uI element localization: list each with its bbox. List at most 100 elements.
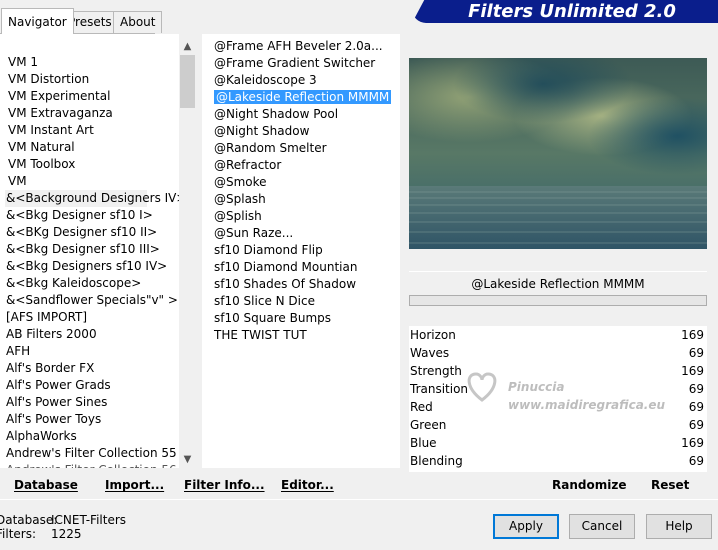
param-value: 169: [681, 364, 704, 378]
filter-item-label: sf10 Shades Of Shadow: [214, 277, 357, 291]
param-value: 69: [688, 382, 704, 396]
scroll-up-icon[interactable]: ▲: [179, 38, 196, 55]
param-value: 69: [688, 418, 704, 432]
category-item[interactable]: &<Bkg Designers sf10 IV>: [6, 258, 167, 275]
filter-item[interactable]: sf10 Square Bumps: [214, 310, 331, 327]
filter-item[interactable]: THE TWIST TUT: [214, 327, 307, 344]
category-item[interactable]: VM Experimental: [8, 88, 110, 105]
category-item[interactable]: Alf's Power Toys: [6, 411, 101, 428]
category-item[interactable]: Alf's Power Grads: [6, 377, 111, 394]
filter-item-label: sf10 Diamond Flip: [214, 243, 323, 257]
filter-item-label: @Frame AFH Beveler 2.0a...: [214, 39, 383, 53]
filter-item[interactable]: @Frame AFH Beveler 2.0a...: [214, 38, 383, 55]
filter-item[interactable]: sf10 Diamond Mountian: [214, 259, 357, 276]
filter-item[interactable]: @Night Shadow: [214, 123, 309, 140]
category-item[interactable]: Alf's Power Sines: [6, 394, 107, 411]
filter-item[interactable]: @Smoke: [214, 174, 267, 191]
param-row[interactable]: Blending 69: [409, 452, 707, 470]
filter-item-label: @Kaleidoscope 3: [214, 73, 317, 87]
tab-navigator[interactable]: Navigator: [1, 8, 74, 34]
category-item[interactable]: VM 1: [8, 54, 38, 71]
filter-item[interactable]: @Frame Gradient Switcher: [214, 55, 375, 72]
category-item[interactable]: &<Bkg Kaleidoscope>: [6, 275, 141, 292]
filter-item[interactable]: @Random Smelter: [214, 140, 327, 157]
param-row[interactable]: Horizon 169: [409, 326, 707, 344]
param-row[interactable]: Green 69: [409, 416, 707, 434]
import-button[interactable]: Import...: [105, 478, 164, 492]
database-button[interactable]: Database: [14, 478, 78, 492]
randomize-button[interactable]: Randomize: [552, 478, 626, 492]
scroll-down-icon[interactable]: ▼: [179, 451, 196, 468]
param-row[interactable]: Waves 69: [409, 344, 707, 362]
filter-item[interactable]: @Splish: [214, 208, 262, 225]
category-item[interactable]: [AFS IMPORT]: [6, 309, 87, 326]
category-list[interactable]: VM 1 VM Distortion VM Experimental VM Extra…: [0, 34, 179, 468]
filter-info-button[interactable]: Filter Info...: [184, 478, 265, 492]
param-row[interactable]: Transition 69: [409, 380, 707, 398]
filter-item[interactable]: @Sun Raze...: [214, 225, 293, 242]
filter-item[interactable]: @Kaleidoscope 3: [214, 72, 317, 89]
param-value: 69: [688, 454, 704, 468]
category-item[interactable]: Andrew's Filter Collection 56: [6, 462, 177, 468]
filter-item-label: @Random Smelter: [214, 141, 327, 155]
param-row[interactable]: Red 69: [409, 398, 707, 416]
help-button[interactable]: Help: [646, 514, 712, 539]
filter-item[interactable]: @Lakeside Reflection MMMM: [214, 89, 392, 106]
category-item[interactable]: Andrew's Filter Collection 55: [6, 445, 177, 462]
filter-item-label: @Splish: [214, 209, 262, 223]
editor-button[interactable]: Editor...: [281, 478, 334, 492]
filter-item-label: @Lakeside Reflection MMMM: [214, 90, 392, 104]
filter-item-label: @Frame Gradient Switcher: [214, 56, 376, 70]
filter-item[interactable]: @Refractor: [214, 157, 281, 174]
banner-title: Filters Unlimited 2.0: [468, 1, 676, 22]
filter-item[interactable]: sf10 Shades Of Shadow: [214, 276, 356, 293]
category-item[interactable]: VM: [8, 173, 27, 190]
category-item[interactable]: AFH: [6, 343, 30, 360]
param-row[interactable]: Strength 169: [409, 362, 707, 380]
filter-item-label: @Refractor: [214, 158, 282, 172]
category-item[interactable]: &<Bkg Designer sf10 III>: [6, 241, 160, 258]
param-row[interactable]: Blue 169: [409, 434, 707, 452]
category-item[interactable]: VM Toolbox: [8, 156, 75, 173]
category-item[interactable]: &<Bkg Designer sf10 I>: [6, 207, 153, 224]
param-value: 69: [688, 400, 704, 414]
tab-about[interactable]: About: [113, 11, 163, 33]
filter-item[interactable]: sf10 Diamond Flip: [214, 242, 323, 259]
category-item[interactable]: AlphaWorks: [6, 428, 77, 445]
param-name: Transition: [410, 382, 469, 396]
filter-item-label: sf10 Diamond Mountian: [214, 260, 358, 274]
category-item[interactable]: &<Background Designers IV>: [5, 190, 179, 207]
reset-button[interactable]: Reset: [651, 478, 689, 492]
filter-item[interactable]: sf10 Slice N Dice: [214, 293, 315, 310]
category-item[interactable]: VM Instant Art: [8, 122, 94, 139]
param-name: Red: [410, 400, 433, 414]
param-value: 69: [688, 346, 704, 360]
param-value: 169: [681, 436, 704, 450]
cancel-button[interactable]: Cancel: [569, 514, 635, 539]
category-item[interactable]: &<BKg Designer sf10 II>: [6, 224, 157, 241]
filter-item-label: @Sun Raze...: [214, 226, 294, 240]
category-item[interactable]: AB Filters 2000: [6, 326, 97, 343]
param-name: Green: [410, 418, 447, 432]
filter-item-label: @Smoke: [214, 175, 267, 189]
apply-button[interactable]: Apply: [493, 514, 559, 539]
filter-item[interactable]: @Splash: [214, 191, 266, 208]
filter-list[interactable]: @Frame AFH Beveler 2.0a... @Frame Gradien…: [202, 34, 400, 468]
filter-item-label: sf10 Square Bumps: [214, 311, 332, 325]
scroll-thumb[interactable]: [180, 55, 195, 108]
database-status-label: Database:: [0, 513, 58, 527]
progress-bar: [409, 295, 707, 306]
category-item[interactable]: VM Distortion: [8, 71, 89, 88]
database-status-value: ICNET-Filters: [51, 513, 127, 527]
category-item[interactable]: Alf's Border FX: [6, 360, 94, 377]
param-name: Waves: [410, 346, 450, 360]
selected-filter-name: @Lakeside Reflection MMMM: [409, 271, 707, 295]
category-item[interactable]: &<Sandflower Specials"v" >: [6, 292, 178, 309]
category-item[interactable]: VM Natural: [8, 139, 75, 156]
filters-count-label: Filters:: [0, 527, 37, 541]
filter-item[interactable]: @Night Shadow Pool: [214, 106, 338, 123]
title-banner: Filters Unlimited 2.0: [412, 0, 718, 23]
category-scrollbar[interactable]: ▲ ▼: [179, 38, 196, 468]
category-item[interactable]: VM Extravaganza: [8, 105, 113, 122]
param-name: Strength: [410, 364, 462, 378]
